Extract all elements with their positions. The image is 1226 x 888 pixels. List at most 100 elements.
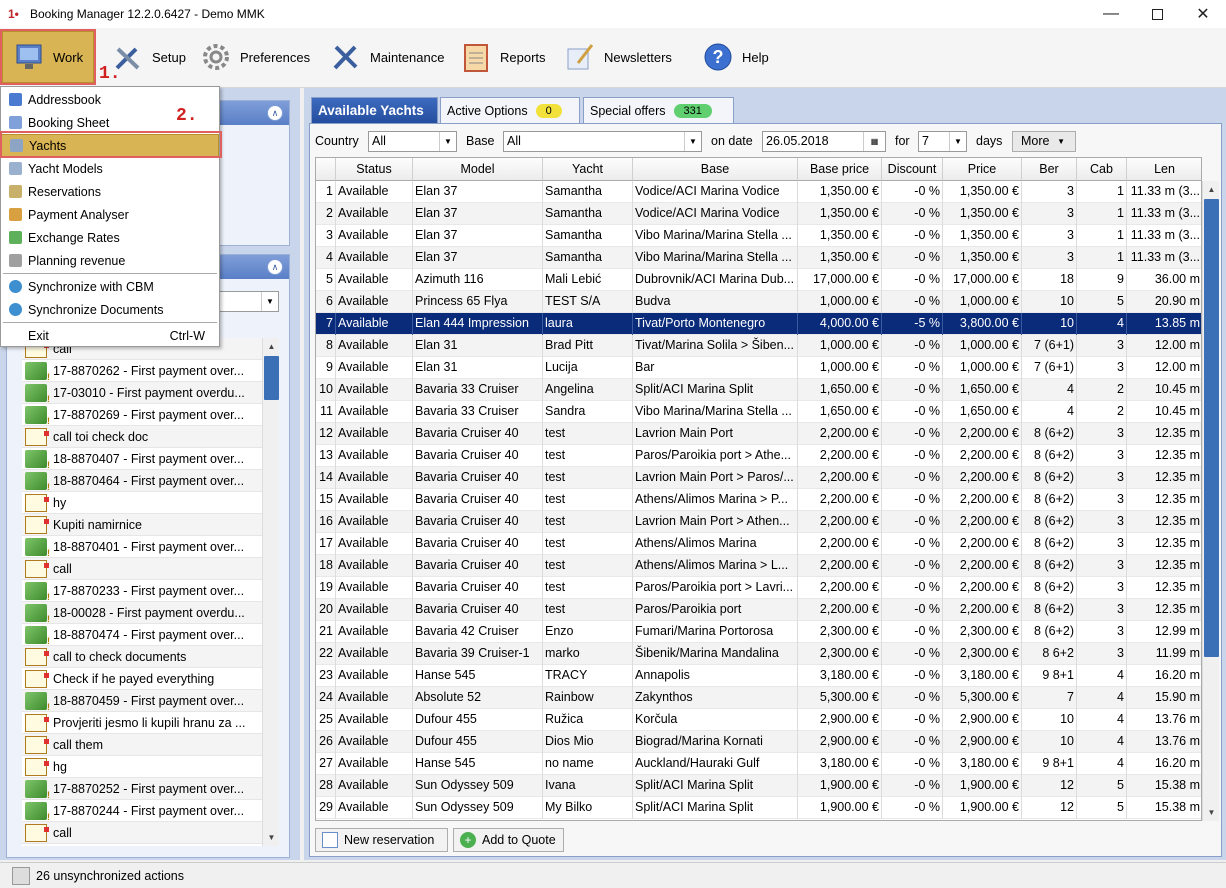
- list-item[interactable]: 17-8870244 - First payment over...: [22, 800, 262, 822]
- add-to-quote-button[interactable]: + Add to Quote: [453, 828, 564, 852]
- list-item[interactable]: hy: [22, 492, 262, 514]
- help-button[interactable]: ? Help: [700, 31, 769, 83]
- table-row[interactable]: 25 Available Dufour 455 Ružica Korčula 2,900.…: [316, 709, 1201, 731]
- minimize-button[interactable]: —: [1088, 0, 1134, 28]
- table-row[interactable]: 23 Available Hanse 545 TRACY Annapolis 3,180.…: [316, 665, 1201, 687]
- table-row[interactable]: 28 Available Sun Odyssey 509 Ivana Split/ACI…: [316, 775, 1201, 797]
- table-row[interactable]: 5 Available Azimuth 116 Mali Lebić Dubrovnik…: [316, 269, 1201, 291]
- list-item[interactable]: 18-8870474 - First payment over...: [22, 624, 262, 646]
- column-header[interactable]: Price: [943, 158, 1022, 181]
- table-row[interactable]: 18 Available Bavaria Cruiser 40 test Athens/…: [316, 555, 1201, 577]
- table-row[interactable]: 12 Available Bavaria Cruiser 40 test Lavrion…: [316, 423, 1201, 445]
- reports-button[interactable]: Reports: [458, 31, 546, 83]
- table-row[interactable]: 29 Available Sun Odyssey 509 My Bilko Split/…: [316, 797, 1201, 819]
- list-item[interactable]: call to check documents: [22, 646, 262, 668]
- list-item[interactable]: 17-03010 - First payment overdu...: [22, 382, 262, 404]
- close-window-button[interactable]: ✕: [1180, 0, 1226, 28]
- table-row[interactable]: 11 Available Bavaria 33 Cruiser Sandra Vibo …: [316, 401, 1201, 423]
- actions-filter-combo[interactable]: ▼: [217, 291, 279, 312]
- table-scrollbar[interactable]: ▲ ▼: [1202, 181, 1219, 821]
- table-row[interactable]: 16 Available Bavaria Cruiser 40 test Lavrion…: [316, 511, 1201, 533]
- preferences-button[interactable]: Preferences: [198, 31, 310, 83]
- list-item[interactable]: 18-8870459 - First payment over...: [22, 690, 262, 712]
- table-row[interactable]: 27 Available Hanse 545 no name Auckland/Haur…: [316, 753, 1201, 775]
- list-item[interactable]: 18-00028 - First payment overdu...: [22, 602, 262, 624]
- column-header[interactable]: Len: [1127, 158, 1201, 181]
- days-select[interactable]: 7 ▼: [918, 131, 967, 152]
- column-header[interactable]: Cab: [1077, 158, 1127, 181]
- column-header[interactable]: Model: [413, 158, 543, 181]
- new-reservation-button[interactable]: New reservation: [315, 828, 448, 852]
- column-header[interactable]: Base: [633, 158, 798, 181]
- table-row[interactable]: 19 Available Bavaria Cruiser 40 test Paros/P…: [316, 577, 1201, 599]
- list-item[interactable]: 18-8870401 - First payment over...: [22, 536, 262, 558]
- scroll-up-icon[interactable]: ▲: [263, 338, 280, 355]
- table-row[interactable]: 3 Available Elan 37 Samantha Vibo Marina/Mar…: [316, 225, 1201, 247]
- scroll-thumb[interactable]: [264, 356, 279, 400]
- menu-item-sync-documents[interactable]: Synchronize Documents: [1, 298, 219, 321]
- column-header[interactable]: Base price: [798, 158, 882, 181]
- list-item[interactable]: Kupiti namirnice: [22, 514, 262, 536]
- table-row[interactable]: 8 Available Elan 31 Brad Pitt Tivat/Marina S…: [316, 335, 1201, 357]
- list-item[interactable]: call: [22, 558, 262, 580]
- table-row[interactable]: 13 Available Bavaria Cruiser 40 test Paros/P…: [316, 445, 1201, 467]
- column-header-index[interactable]: [316, 158, 336, 181]
- table-row[interactable]: 20 Available Bavaria Cruiser 40 test Paros/P…: [316, 599, 1201, 621]
- scroll-thumb[interactable]: [1204, 199, 1219, 657]
- table-row[interactable]: 14 Available Bavaria Cruiser 40 test Lavrion…: [316, 467, 1201, 489]
- collapse-icon[interactable]: ∧: [267, 105, 283, 121]
- menu-item-yacht-models[interactable]: Yacht Models: [1, 157, 219, 180]
- table-row[interactable]: 4 Available Elan 37 Samantha Vibo Marina/Mar…: [316, 247, 1201, 269]
- list-item[interactable]: 18-8870464 - First payment over...: [22, 470, 262, 492]
- table-row[interactable]: 21 Available Bavaria 42 Cruiser Enzo Fumari/…: [316, 621, 1201, 643]
- list-item[interactable]: hg: [22, 756, 262, 778]
- list-item[interactable]: call them: [22, 734, 262, 756]
- setup-button[interactable]: Setup: [110, 31, 186, 83]
- scroll-down-icon[interactable]: ▼: [1203, 804, 1220, 821]
- menu-item-sync-cbm[interactable]: Synchronize with CBM: [1, 275, 219, 298]
- list-item[interactable]: 17-8870262 - First payment over...: [22, 360, 262, 382]
- base-select[interactable]: All ▼: [503, 131, 702, 152]
- list-item[interactable]: Provjeriti jesmo li kupili hranu za ...: [22, 712, 262, 734]
- sync-status-icon[interactable]: [12, 866, 30, 885]
- calendar-icon[interactable]: ▦: [863, 132, 885, 151]
- more-button[interactable]: More ▼: [1012, 131, 1076, 152]
- tab-available-yachts[interactable]: Available Yachts: [311, 97, 438, 123]
- table-row[interactable]: 15 Available Bavaria Cruiser 40 test Athens/…: [316, 489, 1201, 511]
- list-item[interactable]: Check if he payed everything: [22, 668, 262, 690]
- table-row[interactable]: 7 Available Elan 444 Impression laura Tivat/…: [316, 313, 1201, 335]
- table-row[interactable]: 10 Available Bavaria 33 Cruiser Angelina Spl…: [316, 379, 1201, 401]
- list-item[interactable]: call toi check doc: [22, 426, 262, 448]
- table-row[interactable]: 17 Available Bavaria Cruiser 40 test Athens/…: [316, 533, 1201, 555]
- table-row[interactable]: 9 Available Elan 31 Lucija Bar 1,000.00 € -0 %…: [316, 357, 1201, 379]
- column-header[interactable]: Yacht: [543, 158, 633, 181]
- list-item[interactable]: 17-8870252 - First payment over...: [22, 778, 262, 800]
- maximize-button[interactable]: [1134, 0, 1180, 28]
- actions-scrollbar[interactable]: ▲ ▼: [262, 338, 279, 846]
- date-input[interactable]: 26.05.2018 ▦: [762, 131, 886, 152]
- scroll-up-icon[interactable]: ▲: [1203, 181, 1220, 198]
- scroll-down-icon[interactable]: ▼: [263, 829, 280, 846]
- tab-special-offers[interactable]: Special offers 331: [583, 97, 734, 123]
- menu-item-exit[interactable]: Exit Ctrl-W: [1, 324, 219, 347]
- column-header[interactable]: Discount: [882, 158, 943, 181]
- table-row[interactable]: 22 Available Bavaria 39 Cruiser-1 marko Šibe…: [316, 643, 1201, 665]
- menu-item-payment-analyser[interactable]: Payment Analyser: [1, 203, 219, 226]
- table-row[interactable]: 26 Available Dufour 455 Dios Mio Biograd/Mar…: [316, 731, 1201, 753]
- newsletters-button[interactable]: Newsletters: [562, 31, 672, 83]
- table-row[interactable]: 24 Available Absolute 52 Rainbow Zakynthos 5,…: [316, 687, 1201, 709]
- menu-item-planning-revenue[interactable]: Planning revenue: [1, 249, 219, 272]
- maintenance-button[interactable]: Maintenance: [328, 31, 444, 83]
- menu-item-exchange-rates[interactable]: Exchange Rates: [1, 226, 219, 249]
- table-row[interactable]: 2 Available Elan 37 Samantha Vodice/ACI Mari…: [316, 203, 1201, 225]
- country-select[interactable]: All ▼: [368, 131, 457, 152]
- column-header[interactable]: Ber: [1022, 158, 1077, 181]
- menu-item-reservations[interactable]: Reservations: [1, 180, 219, 203]
- table-row[interactable]: 6 Available Princess 65 Flya TEST S/A Budva 1…: [316, 291, 1201, 313]
- column-header[interactable]: Status: [336, 158, 413, 181]
- list-item[interactable]: 17-8870233 - First payment over...: [22, 580, 262, 602]
- list-item[interactable]: 17-8870269 - First payment over...: [22, 404, 262, 426]
- table-row[interactable]: 1 Available Elan 37 Samantha Vodice/ACI Mari…: [316, 181, 1201, 203]
- list-item[interactable]: call: [22, 822, 262, 844]
- list-item[interactable]: 18-8870407 - First payment over...: [22, 448, 262, 470]
